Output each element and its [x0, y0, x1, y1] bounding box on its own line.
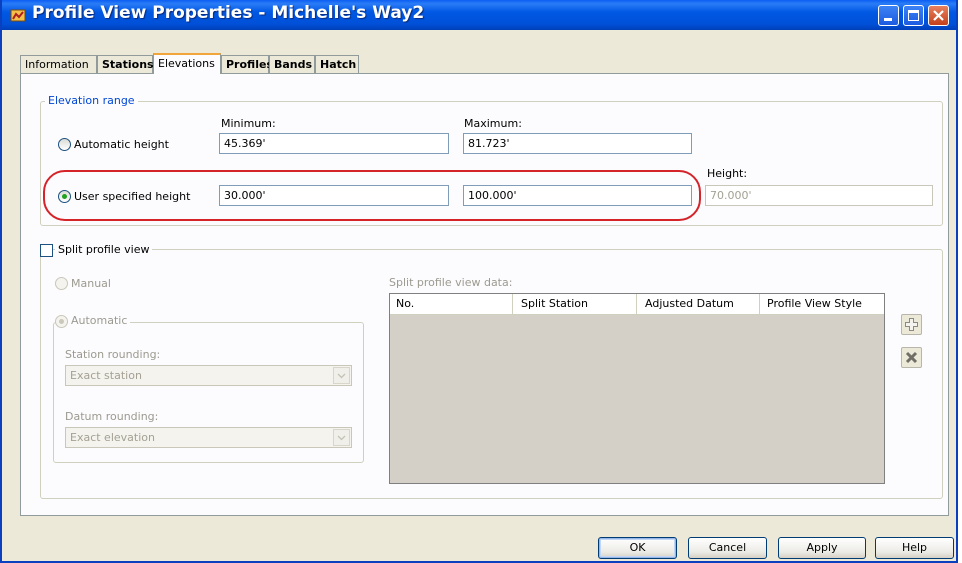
tab-hatch[interactable]: Hatch	[315, 55, 359, 73]
title-bar[interactable]: Profile View Properties - Michelle's Way…	[2, 0, 956, 30]
user-maximum-field[interactable]: 100.000'	[463, 185, 692, 206]
delete-x-icon	[905, 351, 918, 364]
datum-rounding-value: Exact elevation	[70, 431, 155, 444]
automatic-height-radio[interactable]	[58, 138, 71, 151]
maximum-label: Maximum:	[464, 117, 522, 130]
app-icon	[10, 9, 26, 22]
minimize-button[interactable]	[878, 5, 899, 26]
help-button[interactable]: Help	[875, 537, 954, 559]
apply-button[interactable]: Apply	[778, 537, 866, 559]
maximize-icon	[908, 10, 919, 21]
automatic-label: Automatic	[68, 314, 131, 327]
split-profile-label[interactable]: Split profile view	[55, 243, 153, 256]
minimum-label: Minimum:	[221, 117, 276, 130]
tab-elevations[interactable]: Elevations	[153, 53, 221, 74]
dialog-window: Profile View Properties - Michelle's Way…	[0, 0, 958, 563]
close-button[interactable]	[928, 5, 949, 26]
user-specified-height-radio[interactable]	[58, 190, 71, 203]
split-data-table[interactable]: No. Split Station Adjusted Datum Profile…	[389, 293, 885, 484]
user-specified-height-label[interactable]: User specified height	[74, 190, 190, 203]
maximize-button[interactable]	[903, 5, 924, 26]
column-header-split-station[interactable]: Split Station	[513, 294, 637, 314]
manual-radio	[55, 277, 68, 290]
datum-rounding-select: Exact elevation	[65, 427, 352, 448]
chevron-down-icon	[333, 429, 350, 446]
column-header-no[interactable]: No.	[390, 294, 513, 314]
column-header-adjusted-datum[interactable]: Adjusted Datum	[637, 294, 760, 314]
chevron-down-icon	[333, 367, 350, 384]
station-rounding-label: Station rounding:	[65, 348, 161, 361]
tab-stations[interactable]: Stations	[97, 55, 154, 73]
station-rounding-select: Exact station	[65, 365, 352, 386]
manual-label: Manual	[71, 277, 111, 290]
add-plus-icon	[905, 318, 918, 331]
automatic-minimum-field[interactable]: 45.369'	[219, 133, 449, 154]
datum-rounding-label: Datum rounding:	[65, 410, 159, 423]
automatic-height-label[interactable]: Automatic height	[74, 138, 169, 151]
window-title: Profile View Properties - Michelle's Way…	[32, 3, 425, 23]
cancel-button[interactable]: Cancel	[688, 537, 767, 559]
tab-information[interactable]: Information	[20, 55, 97, 73]
elevation-range-label: Elevation range	[45, 94, 138, 107]
user-minimum-field[interactable]: 30.000'	[219, 185, 449, 206]
height-label: Height:	[707, 167, 748, 180]
automatic-maximum-field[interactable]: 81.723'	[463, 133, 692, 154]
height-field: 70.000'	[705, 185, 933, 206]
automatic-radio	[55, 315, 68, 328]
add-row-button[interactable]	[901, 314, 922, 335]
minimize-icon	[884, 18, 892, 21]
station-rounding-value: Exact station	[70, 369, 142, 382]
tab-bands[interactable]: Bands	[269, 55, 315, 73]
ok-button[interactable]: OK	[598, 537, 677, 559]
column-header-profile-view-style[interactable]: Profile View Style	[760, 294, 884, 314]
tab-profiles[interactable]: Profiles	[221, 55, 273, 73]
table-header: No. Split Station Adjusted Datum Profile…	[390, 294, 884, 315]
close-icon	[933, 10, 944, 21]
split-profile-checkbox[interactable]	[40, 244, 53, 257]
delete-row-button[interactable]	[901, 347, 922, 368]
split-data-label: Split profile view data:	[389, 276, 513, 289]
